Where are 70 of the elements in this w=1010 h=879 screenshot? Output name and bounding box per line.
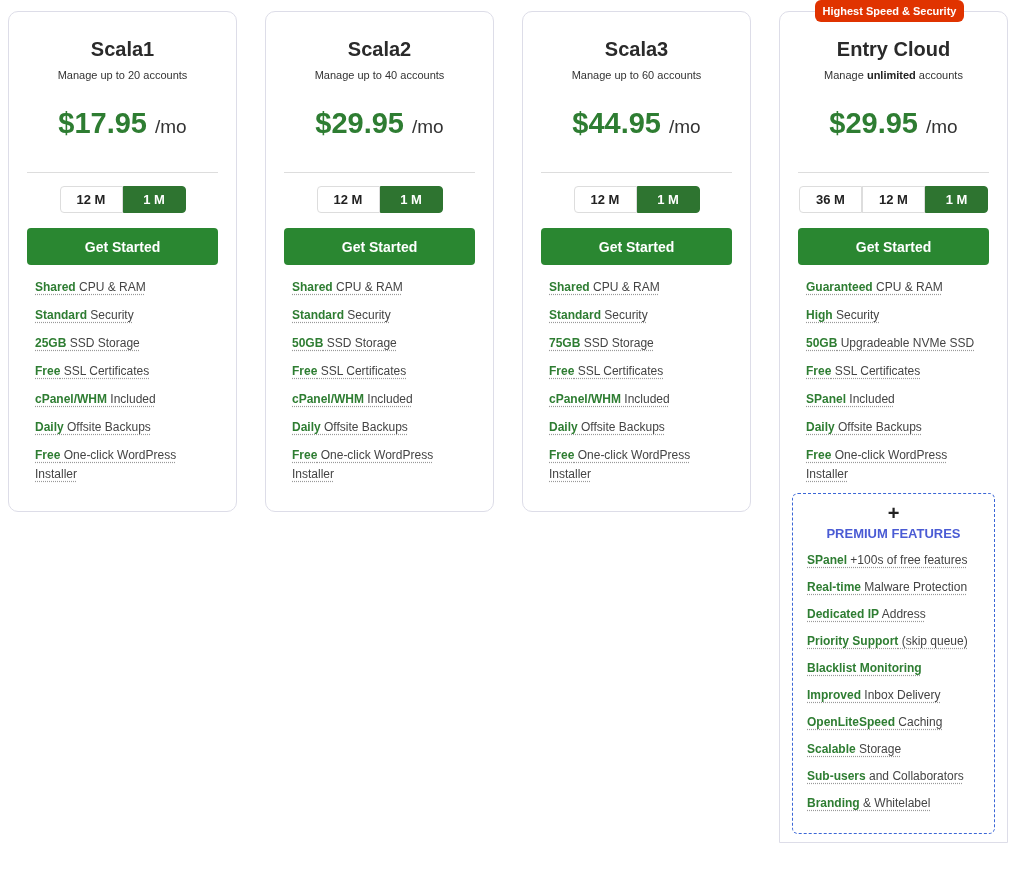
plan-subtitle: Manage up to 40 accounts [313,69,446,81]
feature-text: Priority Support (skip queue) [807,633,968,650]
feature-text: Shared CPU & RAM [549,279,660,296]
feature-text: Free One-click WordPress Installer [35,447,178,483]
feature-text: Sub-users and Collaborators [807,768,964,785]
feature-text: cPanel/WHM Included [549,391,670,408]
feature-text: 25GB SSD Storage [35,335,140,352]
get-started-button[interactable]: Get Started [798,228,989,265]
plan-name: Entry Cloud [835,38,952,61]
feature-text: Free SSL Certificates [806,363,921,380]
plan-price: $29.95 [315,107,404,140]
billing-period-tab[interactable]: 1 M [122,186,186,213]
plan-subtitle: Manage up to 20 accounts [56,69,189,81]
feature-text: cPanel/WHM Included [292,391,413,408]
feature-text: SPanel Included [806,391,895,408]
price-period: /mo [155,116,187,138]
feature-text: Free SSL Certificates [292,363,407,380]
plan-price: $17.95 [58,107,147,140]
feature-text: 50GB SSD Storage [292,335,397,352]
feature-text: Shared CPU & RAM [292,279,403,296]
plus-icon: + [799,504,988,522]
feature-text: Free One-click WordPress Installer [806,447,949,483]
get-started-button[interactable]: Get Started [27,228,218,265]
billing-period-tab[interactable]: 36 M [799,186,862,213]
plan-subtitle: Manage up to 60 accounts [570,69,703,81]
price-period: /mo [669,116,701,138]
billing-period-tab[interactable]: 12 M [862,186,925,213]
feature-text: Daily Offsite Backups [806,419,922,436]
feature-text: Free SSL Certificates [549,363,664,380]
feature-text: 75GB SSD Storage [549,335,654,352]
billing-period-tab[interactable]: 12 M [573,186,637,213]
plan-badge: Highest Speed & Security [814,0,965,22]
feature-text: Daily Offsite Backups [549,419,665,436]
feature-text: Standard Security [549,307,648,324]
feature-text: Daily Offsite Backups [35,419,151,436]
feature-text: OpenLiteSpeed Caching [807,714,943,731]
feature-text: SPanel +100s of free features [807,552,968,569]
billing-period-tab[interactable]: 12 M [316,186,380,213]
feature-text: Guaranteed CPU & RAM [806,279,943,296]
price-period: /mo [412,116,444,138]
get-started-button[interactable]: Get Started [284,228,475,265]
billing-period-tab[interactable]: 1 M [636,186,700,213]
plan-name: Scala2 [346,38,413,61]
feature-text: High Security [806,307,880,324]
billing-period-tab[interactable]: 1 M [379,186,443,213]
feature-text: cPanel/WHM Included [35,391,156,408]
feature-text: Free SSL Certificates [35,363,150,380]
get-started-button[interactable]: Get Started [541,228,732,265]
feature-text: Dedicated IP Address [807,606,926,623]
plan-price: $29.95 [829,107,918,140]
feature-text: Daily Offsite Backups [292,419,408,436]
feature-text: Free One-click WordPress Installer [292,447,435,483]
feature-text: Blacklist Monitoring [807,660,922,677]
feature-text: Scalable Storage [807,741,902,758]
plan-price: $44.95 [572,107,661,140]
plan-subtitle: Manage unlimited accounts [823,69,964,81]
feature-text: Shared CPU & RAM [35,279,146,296]
feature-text: Improved Inbox Delivery [807,687,941,704]
premium-features-heading: PREMIUM FEATURES [825,526,962,541]
feature-text: Standard Security [35,307,134,324]
feature-text: Real-time Malware Protection [807,579,968,596]
billing-period-tab[interactable]: 1 M [925,186,988,213]
plan-name: Scala3 [603,38,670,61]
feature-text: Free One-click WordPress Installer [549,447,692,483]
price-period: /mo [926,116,958,138]
plan-name: Scala1 [89,38,156,61]
billing-period-tab[interactable]: 12 M [59,186,123,213]
feature-text: 50GB Upgradeable NVMe SSD [806,335,975,352]
feature-text: Branding & Whitelabel [807,795,931,812]
feature-text: Standard Security [292,307,391,324]
